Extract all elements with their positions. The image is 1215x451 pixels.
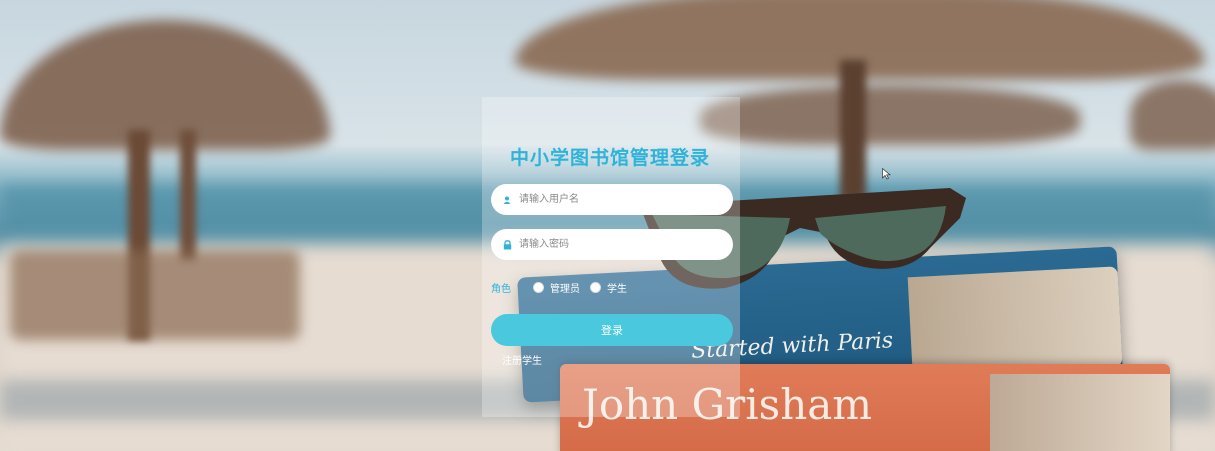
umbrella-left-pole-2: [180, 130, 196, 260]
mouse-cursor-icon: [882, 168, 891, 180]
radio-student-label[interactable]: 学生: [607, 280, 627, 295]
umbrella-right-2: [700, 85, 1080, 145]
radio-admin[interactable]: [533, 281, 544, 293]
register-student-link[interactable]: 注册学生: [502, 352, 542, 367]
login-button[interactable]: 登录: [491, 314, 733, 346]
username-field[interactable]: [491, 184, 733, 215]
password-field[interactable]: [491, 229, 733, 260]
radio-student[interactable]: [590, 281, 601, 293]
background-scene: Started with Paris John Grisham 中小学图书馆管理…: [0, 0, 1215, 451]
user-icon: [497, 196, 517, 204]
login-title: 中小学图书馆管理登录: [510, 147, 711, 169]
lock-icon: [497, 239, 517, 250]
username-input[interactable]: [517, 193, 721, 206]
umbrella-left: [0, 20, 330, 150]
role-label: 角色: [491, 283, 511, 295]
umbrella-right-3: [1130, 80, 1215, 150]
orange-book-pages: [990, 374, 1170, 451]
beach-chair: [10, 250, 300, 340]
radio-admin-label[interactable]: 管理员: [550, 280, 580, 295]
password-input[interactable]: [517, 238, 721, 251]
role-selector: 角色 管理员 学生: [491, 279, 731, 295]
